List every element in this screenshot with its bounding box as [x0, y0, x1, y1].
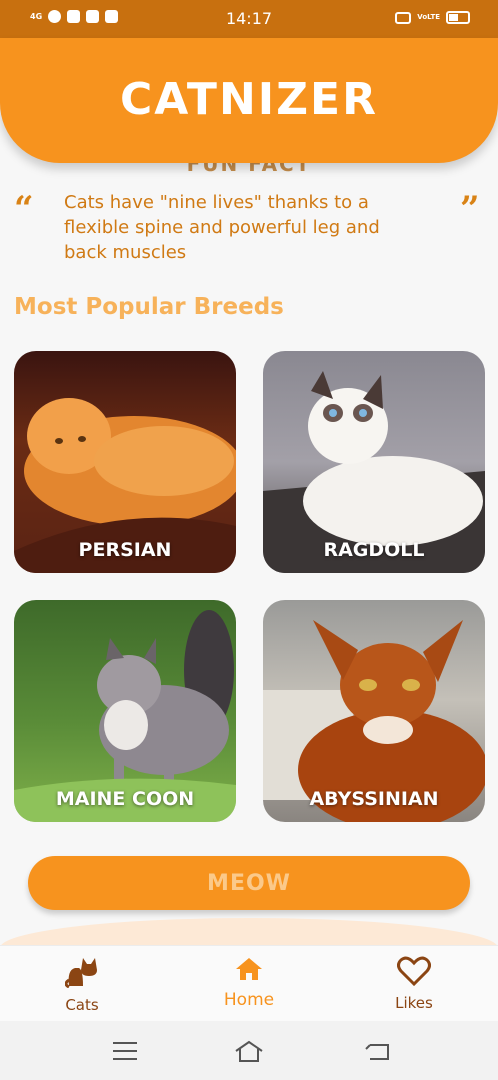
- vibrate-icon: [395, 11, 412, 24]
- status-right-icons: VoLTE: [395, 11, 470, 24]
- close-quote-icon: ”: [460, 189, 480, 229]
- nav-item-cats[interactable]: Cats: [22, 956, 142, 1014]
- breed-card-persian[interactable]: PERSIAN: [14, 351, 236, 573]
- open-quote-icon: “: [14, 189, 34, 229]
- breed-label: ABYSSINIAN: [309, 788, 439, 810]
- nav-label-cats: Cats: [65, 996, 99, 1014]
- bottom-navigation: Cats Home Likes: [0, 945, 498, 1021]
- fun-fact-text: Cats have "nine lives" thanks to a flexi…: [64, 192, 380, 263]
- meow-button[interactable]: MEOW: [28, 856, 470, 910]
- status-bar: 4G 14:17 VoLTE: [0, 0, 498, 38]
- breed-card-ragdoll[interactable]: RAGDOLL: [263, 351, 485, 573]
- breed-label: PERSIAN: [78, 539, 172, 561]
- app-header: CATNIZER: [0, 38, 498, 163]
- back-icon[interactable]: [364, 1039, 394, 1063]
- system-home-icon[interactable]: [234, 1039, 264, 1063]
- cat-icon: [64, 958, 97, 989]
- nav-item-home[interactable]: Home: [189, 956, 309, 1010]
- breed-label: RAGDOLL: [323, 539, 425, 561]
- system-navigation-bar: [0, 1021, 498, 1080]
- nav-label-likes: Likes: [395, 994, 433, 1012]
- home-icon: [236, 958, 262, 980]
- app-logo: CATNIZER: [120, 74, 378, 125]
- nav-label-home: Home: [223, 990, 275, 1010]
- heart-icon: [397, 956, 431, 987]
- section-title-popular-breeds: Most Popular Breeds: [14, 294, 284, 320]
- volte-indicator: VoLTE: [417, 13, 440, 21]
- breed-card-maine-coon[interactable]: MAINE COON: [14, 600, 236, 822]
- breed-label: MAINE COON: [55, 788, 195, 810]
- battery-icon: [446, 11, 470, 24]
- breed-card-abyssinian[interactable]: ABYSSINIAN: [263, 600, 485, 822]
- nav-item-likes[interactable]: Likes: [354, 956, 474, 1012]
- menu-icon[interactable]: [110, 1039, 140, 1063]
